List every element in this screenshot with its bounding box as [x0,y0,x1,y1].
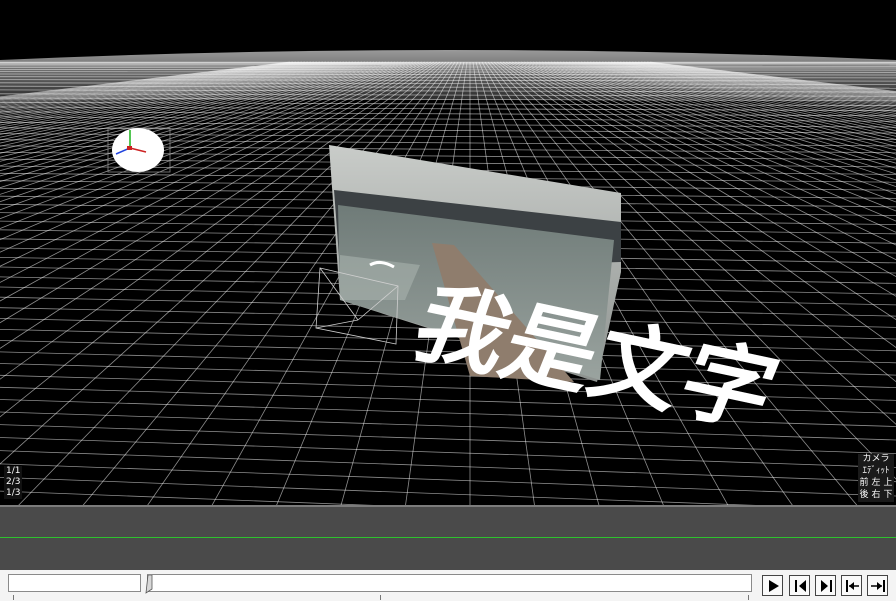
edit-button[interactable]: ｴﾃﾞｨｯﾄ [858,466,894,478]
slider-tick-end [748,595,749,600]
skip-start-icon [846,580,859,592]
skip-start-button[interactable] [841,575,862,596]
view-down-button[interactable]: 下 [882,490,894,502]
view-up-button[interactable]: 上 [882,478,894,490]
view-front-button[interactable]: 前 [858,478,870,490]
step-forward-icon [821,580,832,592]
play-icon [769,580,779,592]
next-frame-button[interactable] [815,575,836,596]
view-left-button[interactable]: 左 [870,478,882,490]
layer-label-1[interactable]: 1/1 [4,466,23,477]
frame-input[interactable] [8,574,141,592]
play-button[interactable] [762,575,783,596]
slider-tick-mid [380,595,381,600]
timeline-slider[interactable] [144,574,752,595]
prev-frame-button[interactable] [789,575,810,596]
view-right-button[interactable]: 右 [870,490,882,502]
3d-viewport[interactable]: 我是文字 1/1 2/3 1/3 カメラ ｴﾃﾞｨｯﾄ 前 左 上 後 右 下 [0,0,896,505]
scene-canvas[interactable]: 我是文字 [0,0,896,505]
skip-end-icon [871,580,885,592]
layer-label-2[interactable]: 2/3 [4,477,23,488]
layer-label-3[interactable]: 1/3 [4,488,23,499]
view-back-button[interactable]: 後 [858,490,870,502]
timeline-track-lower[interactable] [0,538,896,570]
step-back-icon [795,580,806,592]
timeline-track-upper[interactable] [0,505,896,538]
skip-end-button[interactable] [867,575,888,596]
slider-tick-start [13,595,14,600]
slider-handle-icon[interactable] [144,575,154,595]
camera-button[interactable]: カメラ [858,454,894,466]
